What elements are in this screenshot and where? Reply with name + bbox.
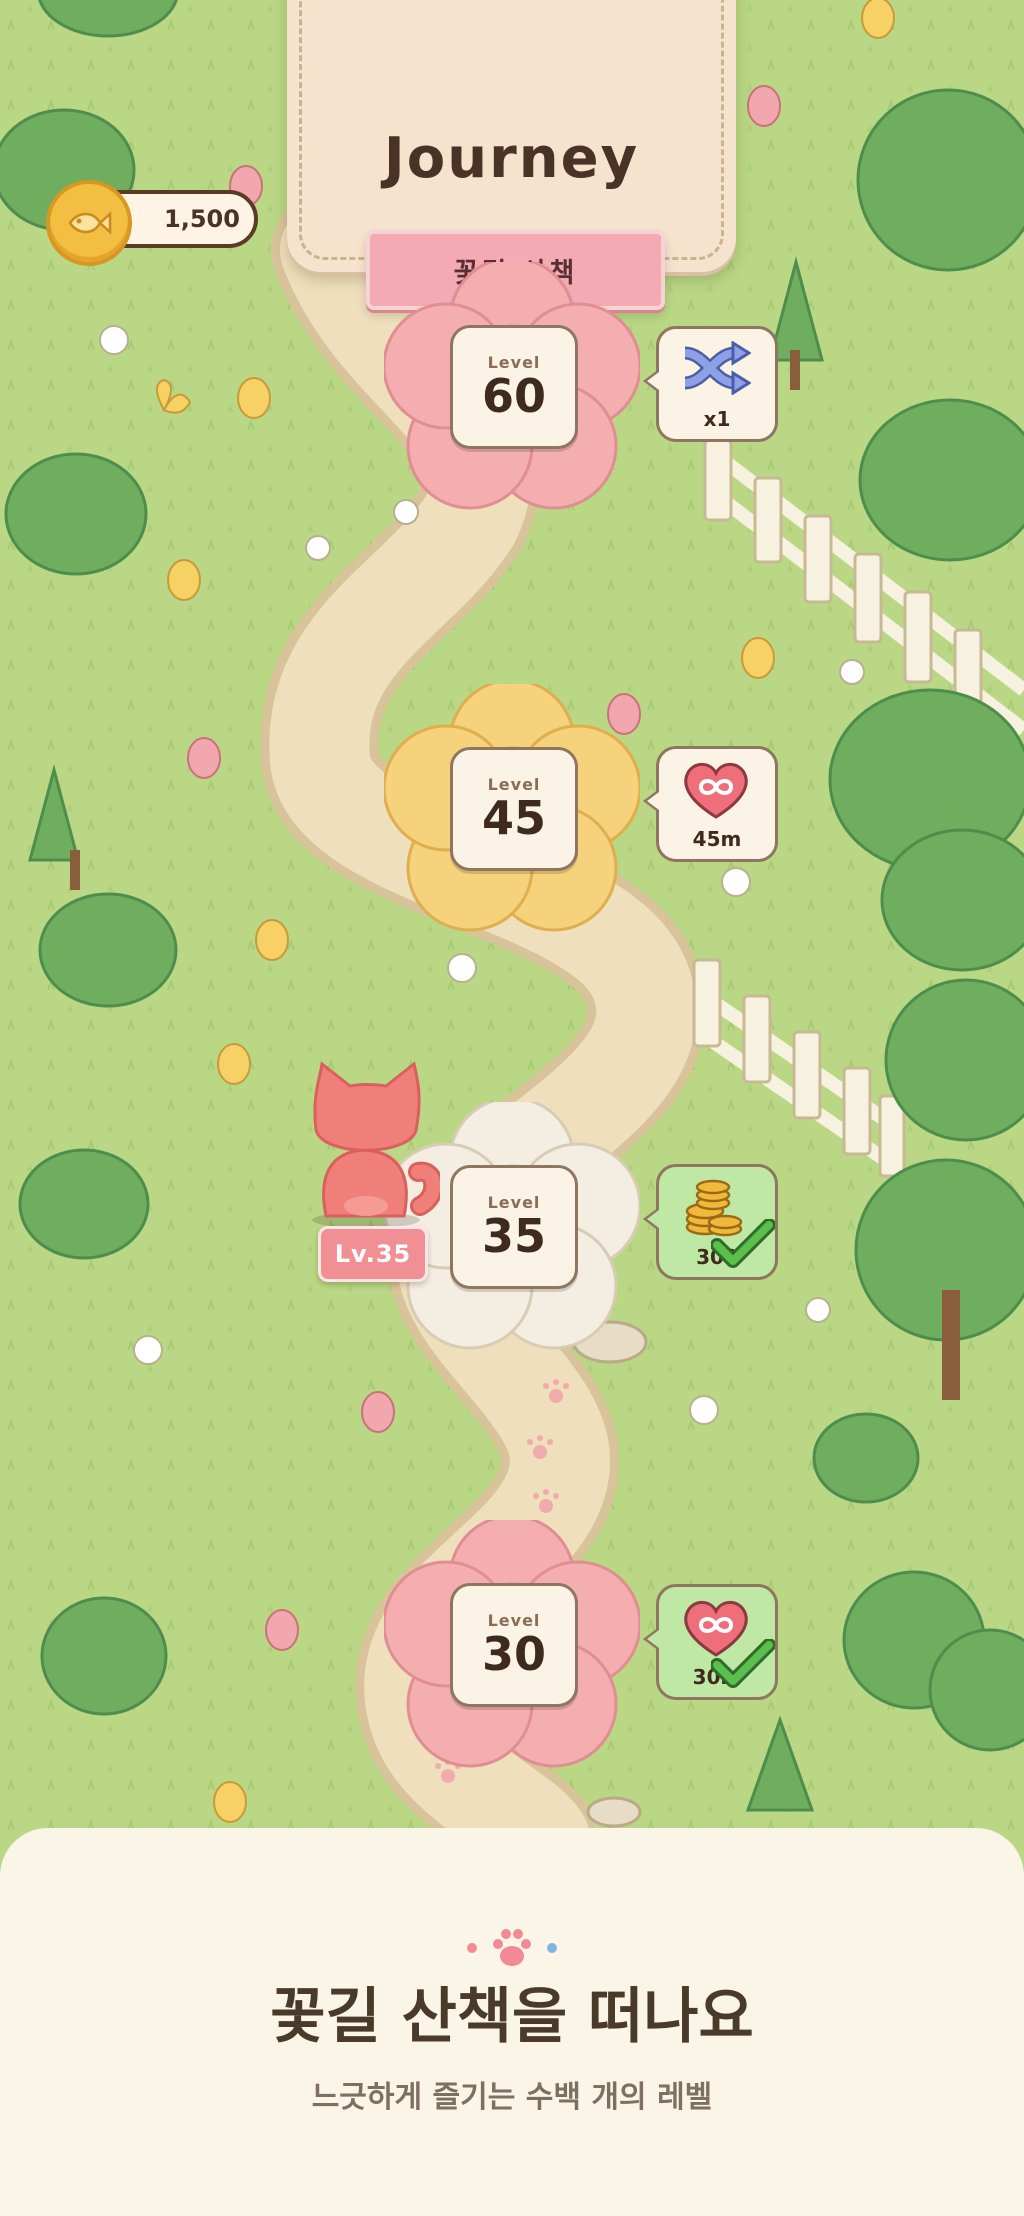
level-node-60[interactable]: Level 60 [384, 262, 640, 510]
level-number: 30 [481, 1627, 546, 1682]
promo-subtitle: 느긋하게 즐기는 수백 개의 레벨 [311, 2080, 713, 2115]
journey-screen: Journey 꽃길 산책 1,500 Level 60 [0, 0, 1024, 2216]
check-icon [711, 1639, 775, 1688]
fish-coin-icon [46, 180, 132, 266]
reward-amount: 45m [692, 827, 742, 851]
player-level-text: Lv.35 [334, 1240, 412, 1268]
level-card: Level 45 [450, 747, 578, 871]
level-number: 60 [481, 369, 546, 424]
level-card: Level 60 [450, 325, 578, 449]
page-title: Journey [383, 126, 640, 191]
coin-amount: 1,500 [164, 205, 240, 233]
reward-bubble-35[interactable]: 300 [643, 1164, 778, 1280]
infinite-heart-icon [684, 763, 748, 819]
paw-icon [467, 1929, 557, 1966]
level-node-45[interactable]: Level 45 [384, 684, 640, 932]
level-card: Level 35 [450, 1165, 578, 1289]
level-number: 45 [481, 791, 546, 846]
level-node-30[interactable]: Level 30 [384, 1520, 640, 1768]
player-level-badge: Lv.35 [318, 1226, 428, 1282]
reward-bubble-60[interactable]: x1 [643, 326, 778, 442]
level-card: Level 30 [450, 1583, 578, 1707]
reward-bubble-45[interactable]: 45m [643, 746, 778, 862]
reward-bubble-30[interactable]: 30m [643, 1584, 778, 1700]
cat-avatar[interactable] [300, 1056, 440, 1228]
level-number: 35 [481, 1209, 546, 1264]
promo-title: 꽃길 산책을 떠나요 [270, 1982, 754, 2052]
reward-amount: x1 [703, 407, 731, 431]
shuffle-icon [684, 341, 751, 395]
check-icon [711, 1219, 775, 1268]
